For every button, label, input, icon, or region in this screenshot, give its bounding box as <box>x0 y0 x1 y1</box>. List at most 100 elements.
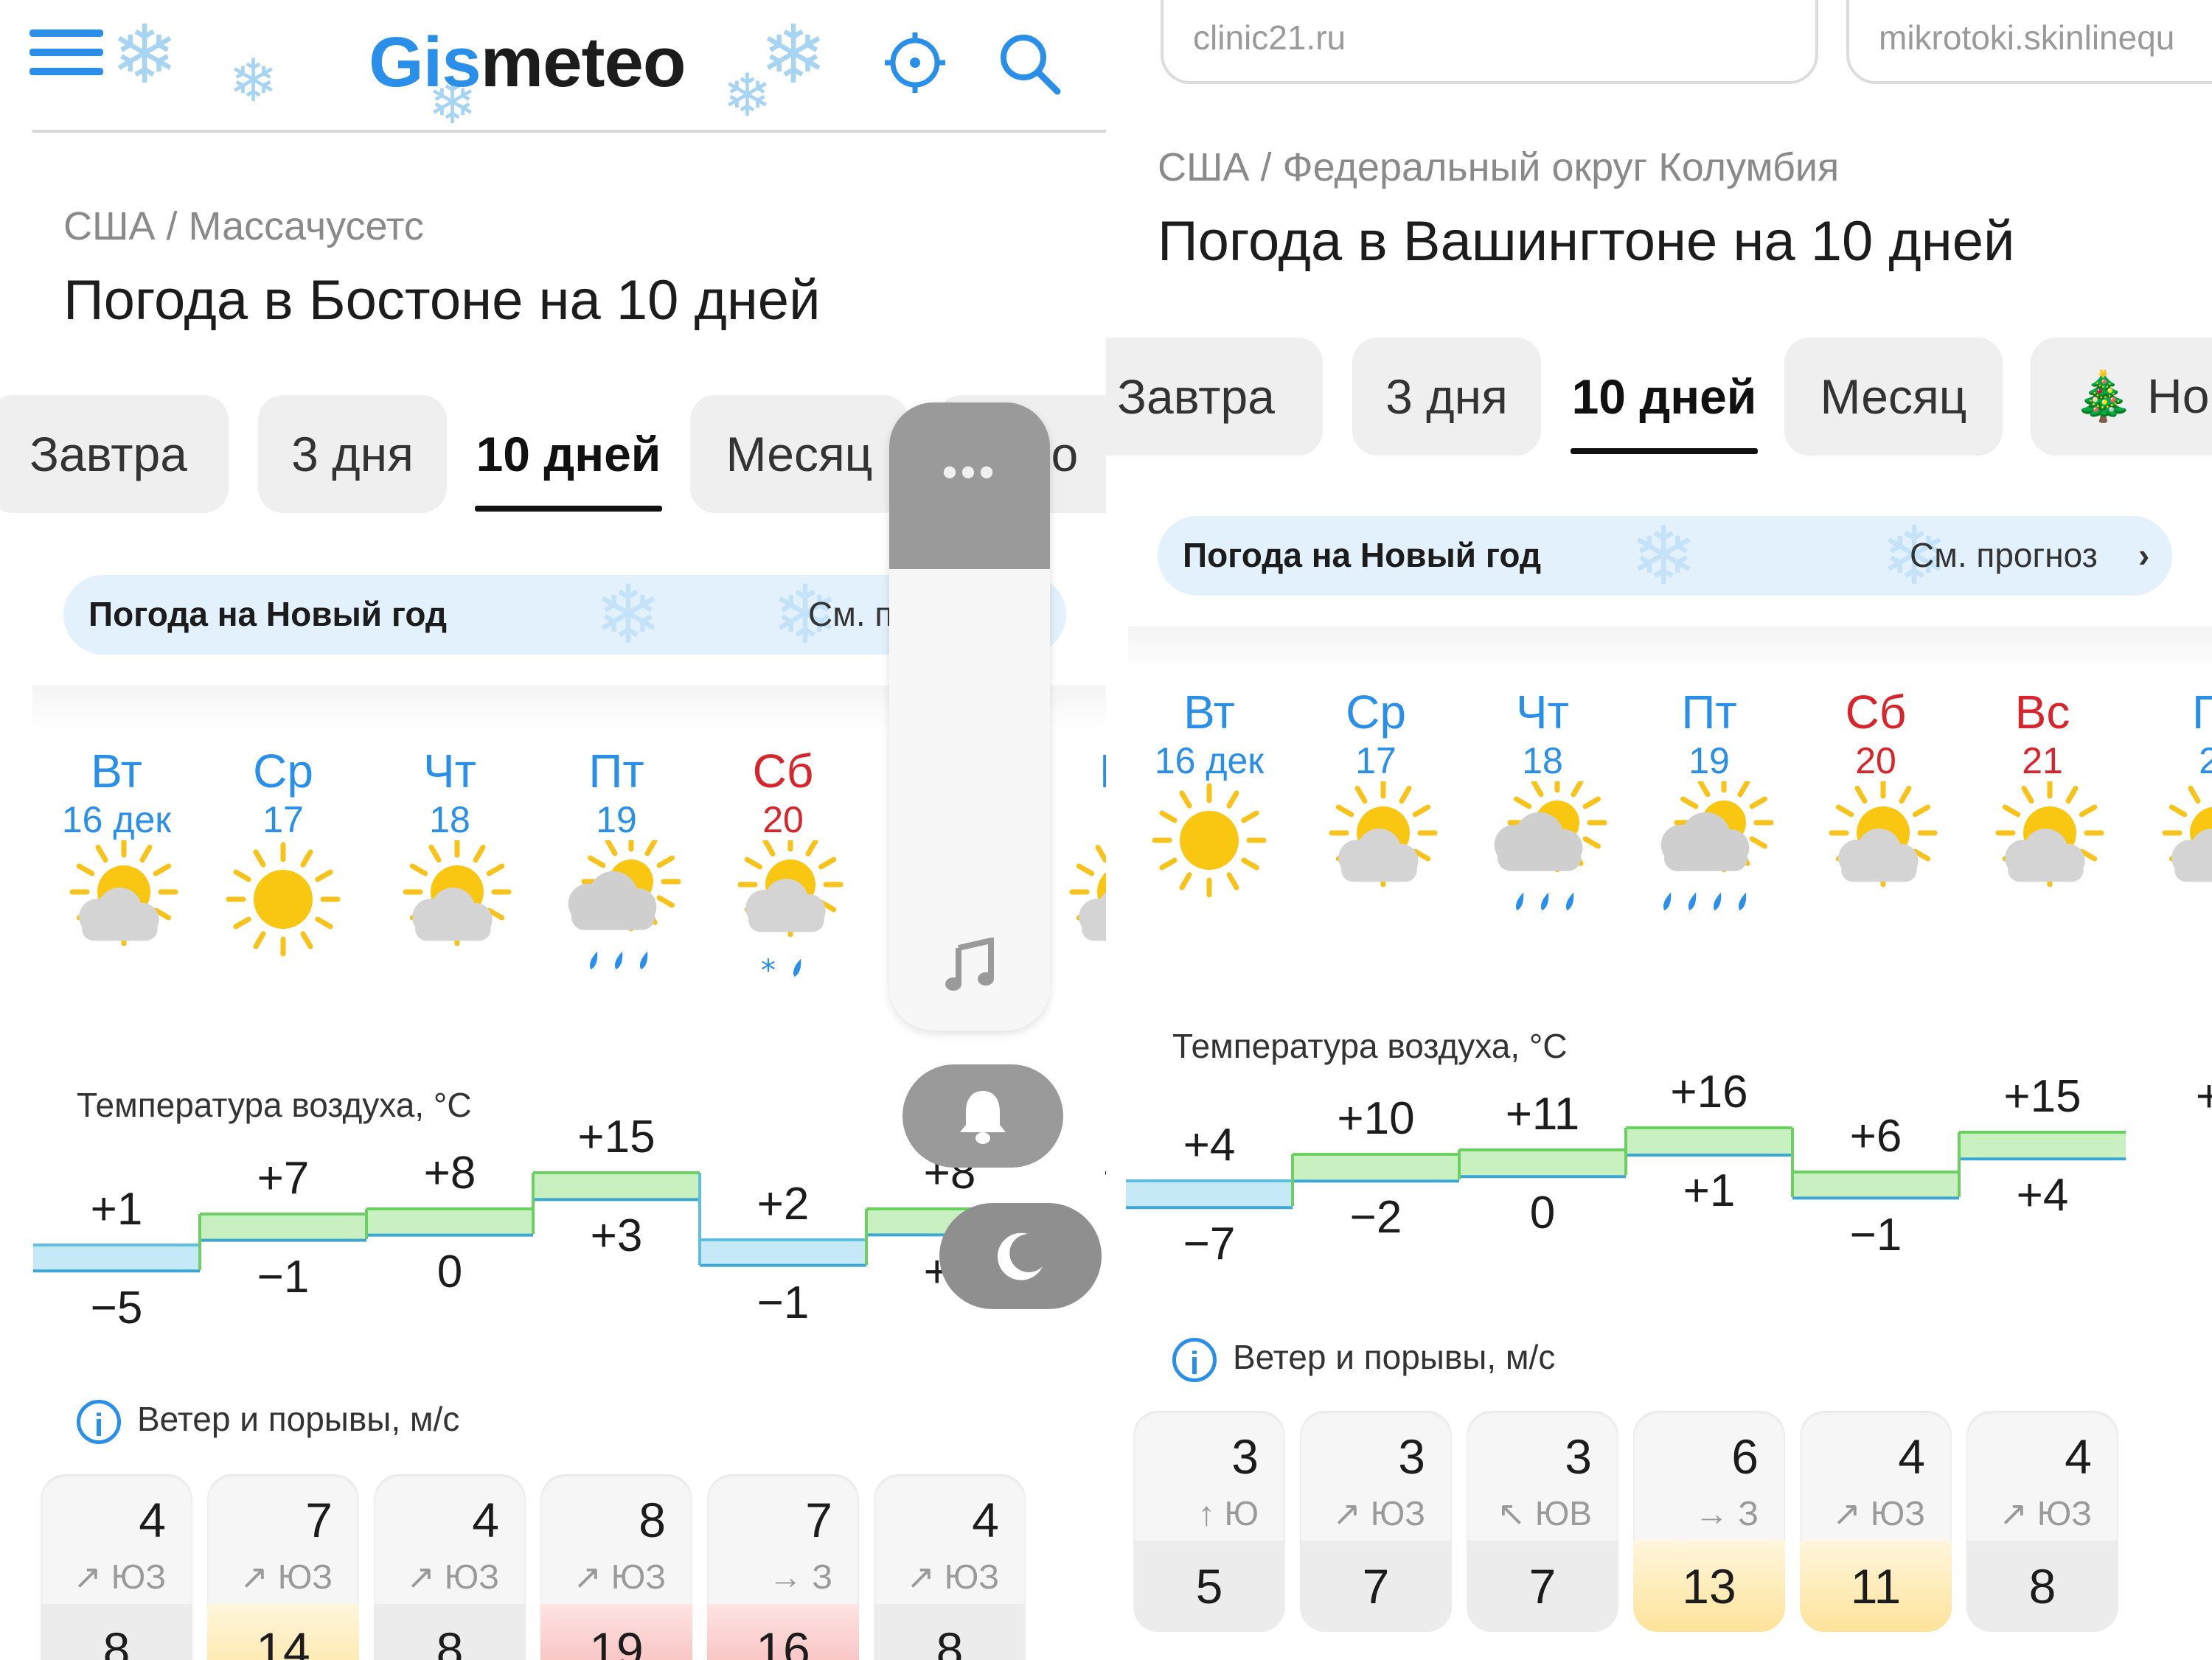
wind-speed: 4 <box>472 1493 499 1547</box>
temp-max: +7 <box>257 1153 310 1204</box>
temp-max: +11 <box>1505 1089 1580 1140</box>
tab-month[interactable]: Месяц <box>1784 338 2003 456</box>
snowflake-decoration-icon: ❄ <box>594 575 663 655</box>
day-column[interactable]: Чт 18 <box>1461 686 1624 783</box>
partly-cloudy-icon <box>1329 781 1438 887</box>
ad-card[interactable]: mikrotoki.skinlinequ <box>1846 0 2212 84</box>
chevron-right-icon[interactable]: › <box>2138 535 2149 575</box>
temperature-band <box>200 1214 366 1241</box>
location-icon[interactable] <box>882 29 948 96</box>
wind-direction: → З <box>1694 1494 1759 1532</box>
breadcrumb[interactable]: США / Массачусетс <box>63 203 424 249</box>
day-name: П <box>2192 686 2212 739</box>
ad-card[interactable]: clinic21.ru <box>1161 0 1818 84</box>
do-not-disturb-button[interactable] <box>939 1203 1102 1309</box>
wind-card[interactable]: 4 ↗ ЮЗ 11 <box>1800 1411 1952 1632</box>
ringer-mode-button[interactable] <box>902 1064 1063 1168</box>
wind-card[interactable]: 4 ↗ ЮЗ 8 <box>874 1474 1026 1660</box>
wind-speed: 7 <box>805 1493 832 1547</box>
day-column[interactable]: Пт 19 <box>535 744 698 842</box>
temperature-band <box>533 1173 700 1200</box>
wind-card[interactable]: 4 ↗ ЮЗ 8 <box>1966 1411 2118 1632</box>
day-column[interactable]: Ср 17 <box>202 744 364 842</box>
day-name: Ср <box>1346 686 1406 739</box>
cloud-heavy-rain-icon <box>1660 781 1774 911</box>
tab-new-year[interactable]: 🎄 Но <box>2031 338 2212 456</box>
tab-3-days[interactable]: 3 дня <box>258 395 447 513</box>
new-year-link[interactable]: См. прогноз <box>1910 535 2098 575</box>
wind-card[interactable]: 7 → З 16 <box>707 1474 859 1660</box>
day-column[interactable]: П2 <box>2128 686 2212 783</box>
info-icon[interactable]: i <box>77 1399 121 1444</box>
wind-gust: 13 <box>1633 1541 1785 1632</box>
partly-cloudy-sleet-icon: * <box>737 840 844 988</box>
music-note-icon[interactable] <box>945 938 997 994</box>
washington-screen: clinic21.ru mikrotoki.skinlinequ США / Ф… <box>1106 0 2212 1660</box>
wind-gust: 5 <box>1133 1541 1285 1632</box>
wind-title: Ветер и порывы, м/с <box>137 1400 460 1438</box>
svg-text:*: * <box>761 954 776 988</box>
menu-icon[interactable] <box>29 29 103 96</box>
wind-card[interactable]: 6 → З 13 <box>1633 1411 1785 1632</box>
temp-min: −5 <box>90 1283 143 1333</box>
day-column[interactable]: Пт 19 <box>1628 686 1790 783</box>
wind-card[interactable]: 4 ↗ ЮЗ 8 <box>374 1474 526 1660</box>
day-column[interactable]: Вт 16 дек <box>35 744 198 842</box>
wind-card[interactable]: 3 ↖ ЮВ 7 <box>1467 1411 1618 1632</box>
volume-panel[interactable]: ••• <box>889 402 1050 1030</box>
wind-gust: 8 <box>41 1604 192 1660</box>
new-year-label: Погода на Новый год <box>88 595 448 633</box>
wind-direction: ↖ ЮВ <box>1497 1494 1592 1532</box>
day-date: 2 <box>2199 740 2212 781</box>
day-column[interactable]: Сб 20 <box>1795 686 1957 783</box>
tab-month[interactable]: Месяц <box>690 395 908 513</box>
info-icon[interactable]: i <box>1172 1337 1217 1382</box>
ad-domain: mikrotoki.skinlinequ <box>1879 18 2175 57</box>
temp-max: +1 <box>90 1184 143 1235</box>
more-options-icon[interactable]: ••• <box>889 447 1050 498</box>
wind-gust: 7 <box>1467 1541 1618 1632</box>
day-date: 18 <box>429 799 470 840</box>
tab-3-days[interactable]: 3 дня <box>1352 338 1541 456</box>
wind-direction: ↗ ЮЗ <box>573 1558 666 1596</box>
day-date: 17 <box>262 799 304 840</box>
wind-gust: 11 <box>1800 1541 1952 1632</box>
temp-min: +3 <box>590 1210 643 1261</box>
partly-cloudy-icon <box>1995 781 2104 887</box>
temp-min: +4 <box>2016 1170 2069 1221</box>
day-column[interactable]: Сб 20 <box>702 744 864 842</box>
sun-icon <box>226 842 341 957</box>
new-year-label: Погода на Новый год <box>1183 536 1542 574</box>
wind-speed: 4 <box>972 1493 999 1547</box>
wind-card[interactable]: 3 ↗ ЮЗ 7 <box>1300 1411 1452 1632</box>
day-column[interactable]: Вт 16 дек <box>1128 686 1290 783</box>
tab-tomorrow[interactable]: Завтра <box>1106 338 1323 456</box>
temp-min: −1 <box>1849 1210 1902 1260</box>
wind-card[interactable]: 3 ↑ Ю 5 <box>1133 1411 1285 1632</box>
tab-10-days[interactable]: 10 дней <box>1571 338 1758 456</box>
day-column[interactable]: Ср 17 <box>1295 686 1457 783</box>
wind-direction: ↗ ЮЗ <box>1832 1494 1925 1532</box>
wind-direction: ↗ ЮЗ <box>1999 1494 2092 1532</box>
wind-title-row: i Ветер и порывы, м/с <box>77 1399 459 1444</box>
tab-tomorrow[interactable]: Завтра <box>0 395 229 513</box>
new-year-link[interactable]: См. п <box>808 594 893 634</box>
wind-speed: 3 <box>1565 1429 1592 1484</box>
breadcrumb[interactable]: США / Федеральный округ Колумбия <box>1158 144 1839 190</box>
wind-card[interactable]: 8 ↗ ЮЗ 19 <box>540 1474 692 1660</box>
search-icon[interactable] <box>995 29 1062 96</box>
temperature-title: Температура воздуха, °C <box>77 1086 472 1124</box>
temp-max: +2 <box>757 1179 810 1230</box>
day-column[interactable]: Вс21 <box>1961 686 2124 783</box>
new-year-banner[interactable]: ❄ ❄ Погода на Новый год См. прогноз › <box>1158 516 2172 596</box>
temp-max: + <box>2195 1071 2212 1122</box>
wind-card[interactable]: 7 ↗ ЮЗ 14 <box>207 1474 359 1660</box>
wind-direction: ↑ Ю <box>1197 1494 1259 1532</box>
tab-10-days[interactable]: 10 дней <box>475 395 662 513</box>
wind-card[interactable]: 4 ↗ ЮЗ 8 <box>41 1474 192 1660</box>
temperature-band <box>1126 1181 1293 1208</box>
gismeteo-logo[interactable]: Gismeteo <box>369 22 686 103</box>
snowflake-decoration-icon: ❄ <box>759 10 828 100</box>
section-divider <box>1128 627 2212 671</box>
day-column[interactable]: Чт 18 <box>369 744 531 842</box>
